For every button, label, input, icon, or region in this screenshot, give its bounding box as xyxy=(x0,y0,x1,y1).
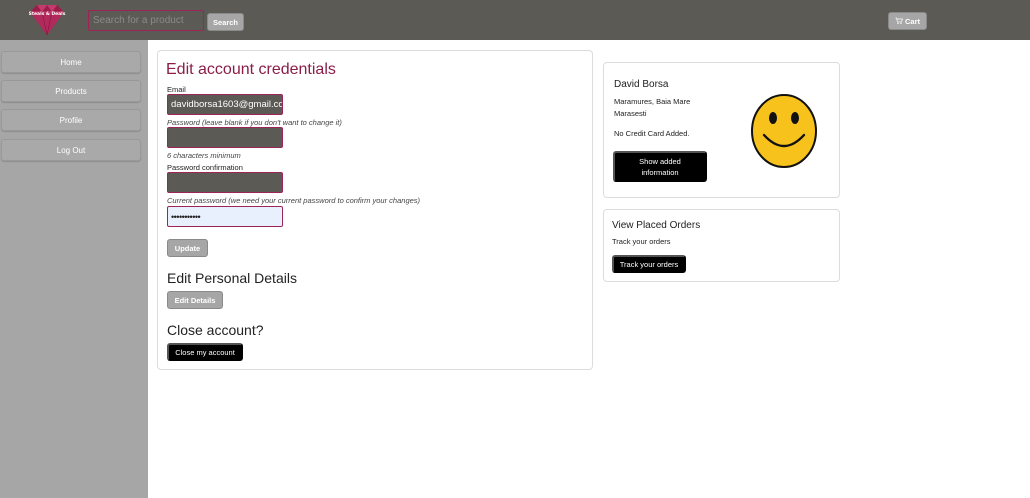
credentials-title: Edit account credentials xyxy=(166,61,336,78)
cart-button[interactable]: Cart xyxy=(888,12,927,30)
sidebar: Home Products Profile Log Out xyxy=(0,40,148,498)
profile-name: David Borsa xyxy=(614,79,669,90)
current-password-field[interactable]: ••••••••••• xyxy=(167,206,283,227)
sidebar-item-logout[interactable]: Log Out xyxy=(1,139,141,161)
sidebar-item-label: Products xyxy=(55,86,87,96)
track-orders-button[interactable]: Track your orders xyxy=(612,255,686,273)
current-password-label: Current password (we need your current p… xyxy=(167,196,421,205)
sidebar-item-label: Home xyxy=(60,57,82,67)
orders-subtitle: Track your orders xyxy=(612,237,671,246)
show-info-button[interactable]: Show added information xyxy=(613,151,707,182)
cart-label: Cart xyxy=(904,16,920,26)
sidebar-item-home[interactable]: Home xyxy=(1,51,141,73)
password-confirmation-label: Password confirmation xyxy=(167,163,243,172)
show-info-label-line2: information xyxy=(641,167,679,177)
close-account-button[interactable]: Close my account xyxy=(167,343,243,361)
profile-address-line2: Marasesti xyxy=(614,109,647,118)
placed-orders-card: View Placed Orders Track your orders Tra… xyxy=(603,209,840,282)
password-label: Password (leave blank if you don't want … xyxy=(167,118,342,127)
top-navbar: Steals & Deals Search Cart xyxy=(0,0,1030,40)
logo-text: Steals & Deals xyxy=(28,12,66,17)
smiley-face-icon xyxy=(751,94,817,168)
sidebar-item-label: Profile xyxy=(59,115,83,125)
sidebar-item-label: Log Out xyxy=(56,145,86,155)
show-info-label-line1: Show added xyxy=(639,156,681,166)
edit-details-button[interactable]: Edit Details xyxy=(167,291,223,309)
password-field[interactable] xyxy=(167,127,283,148)
profile-address-line1: Maramures, Baia Mare xyxy=(614,97,691,106)
search-button[interactable]: Search xyxy=(207,13,244,31)
password-hint: 6 characters minimum xyxy=(167,151,241,160)
personal-details-title: Edit Personal Details xyxy=(167,270,297,286)
password-confirmation-field[interactable] xyxy=(167,172,283,193)
sidebar-item-products[interactable]: Products xyxy=(1,80,141,102)
search-input[interactable] xyxy=(88,10,204,31)
cart-icon xyxy=(895,17,903,25)
account-settings-card: Edit account credentials Email davidbors… xyxy=(157,50,593,370)
profile-summary-card: David Borsa Maramures, Baia Mare Marases… xyxy=(603,62,840,198)
close-account-title: Close account? xyxy=(167,322,264,338)
credit-card-status: No Credit Card Added. xyxy=(614,129,690,138)
email-label: Email xyxy=(167,85,186,94)
diamond-logo-icon xyxy=(30,5,64,36)
email-field[interactable]: davidborsa1603@gmail.com xyxy=(167,94,283,115)
orders-title: View Placed Orders xyxy=(612,220,701,231)
brand-logo[interactable]: Steals & Deals xyxy=(24,3,70,37)
sidebar-item-profile[interactable]: Profile xyxy=(1,109,141,131)
update-button[interactable]: Update xyxy=(167,239,208,257)
